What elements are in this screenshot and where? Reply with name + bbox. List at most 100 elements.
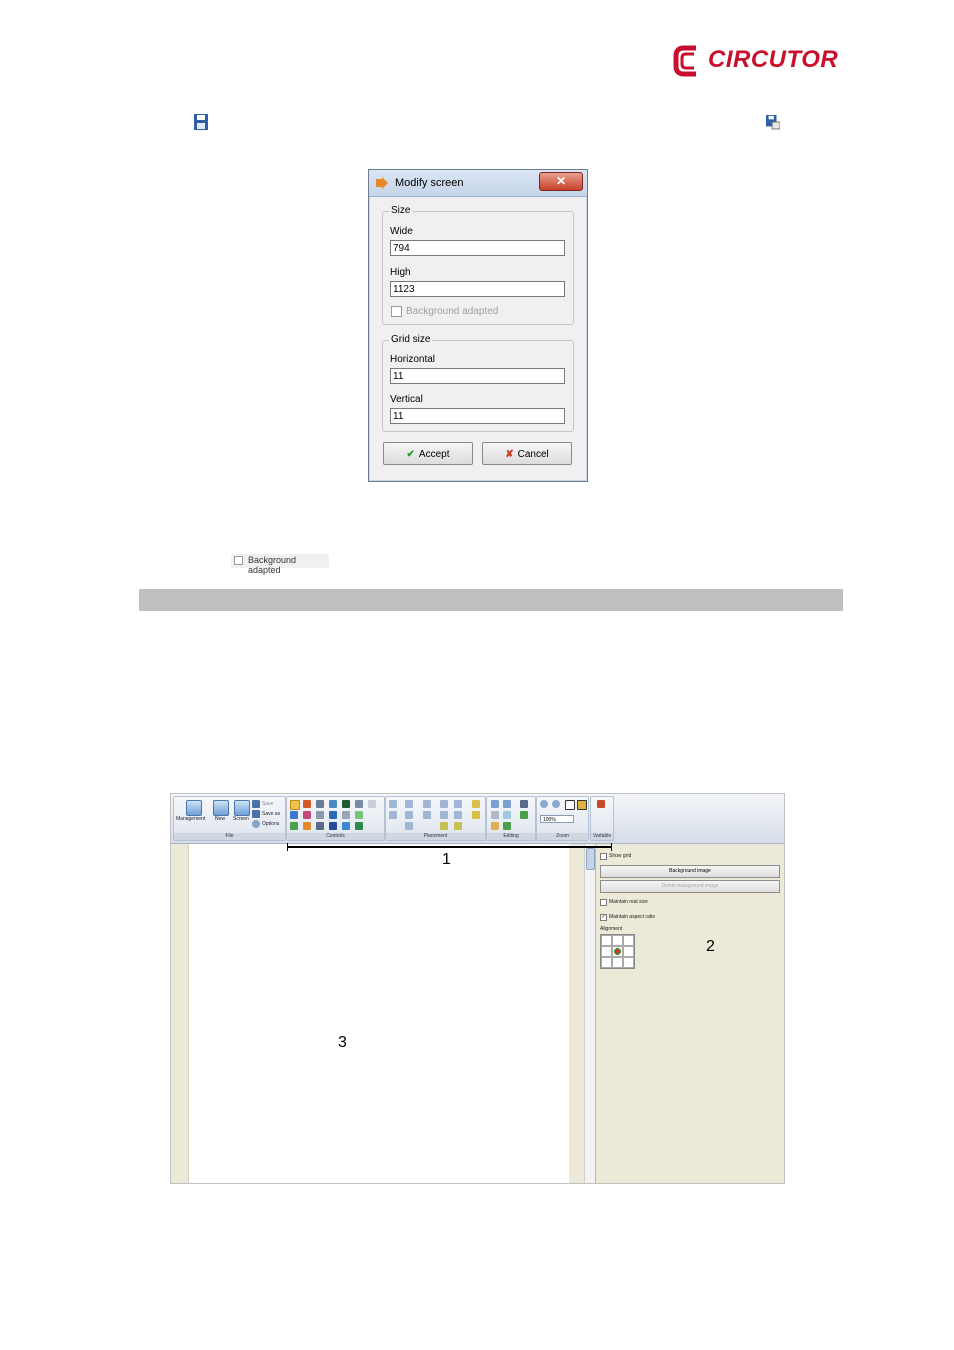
high-label: High [390,267,411,278]
control-tool-icon[interactable] [329,811,337,819]
background-adapted-checkbox[interactable] [391,306,402,317]
align-icon[interactable] [405,811,413,819]
control-tool-icon[interactable] [355,800,363,808]
screen-icon[interactable] [234,800,250,816]
alignment-cell[interactable] [623,946,634,957]
show-grid-checkbox[interactable] [600,853,607,860]
cross-icon: ✘ [505,449,514,460]
zoom-out-icon[interactable] [552,800,560,808]
check-icon: ✔ [406,449,415,460]
control-tool-icon[interactable] [355,822,363,830]
delete-background-image-button[interactable]: Delete background image [600,880,780,893]
close-button[interactable]: ✕ [539,172,583,191]
save-as-small-icon[interactable] [252,810,260,818]
align-icon[interactable] [405,822,413,830]
accept-label: Accept [418,449,450,460]
alignment-cell[interactable] [612,935,623,946]
control-tool-icon[interactable] [303,800,311,808]
circutor-logo: CIRCUTOR [672,44,844,80]
options-label[interactable]: Options [262,821,279,827]
zoom-select[interactable]: 100% [540,815,574,823]
vartable-icon[interactable] [597,800,605,808]
dialog-title: Modify screen [395,177,464,189]
redo-icon[interactable] [503,800,511,808]
vertical-input[interactable]: 11 [390,408,565,424]
save-as-label[interactable]: Save as [262,811,280,817]
accept-button[interactable]: ✔ Accept [383,442,473,465]
control-tool-icon[interactable] [303,811,311,819]
align-icon[interactable] [440,822,448,830]
align-icon[interactable] [454,822,462,830]
alignment-cell[interactable] [623,957,634,968]
align-icon[interactable] [405,800,413,808]
alignment-cell[interactable] [601,946,612,957]
edit-icon[interactable] [520,811,528,819]
control-tool-icon[interactable] [316,822,324,830]
save-icon [194,114,208,130]
alignment-cell[interactable] [612,957,623,968]
vertical-scrollbar[interactable] [584,844,595,1183]
high-input[interactable]: 1123 [390,281,565,297]
align-icon[interactable] [423,811,431,819]
control-tool-icon[interactable] [303,822,311,830]
size-group-label: Size [389,205,413,216]
cancel-button[interactable]: ✘ Cancel [482,442,572,465]
align-icon[interactable] [423,800,431,808]
align-icon[interactable] [454,811,462,819]
undo-icon[interactable] [491,800,499,808]
align-icon[interactable] [440,800,448,808]
maintain-real-size-checkbox[interactable] [600,899,607,906]
align-icon[interactable] [472,800,480,808]
fit-page-icon[interactable] [565,800,575,810]
file-group-label: File [174,833,285,840]
options-icon[interactable] [252,820,260,828]
paste-icon[interactable] [503,811,511,819]
align-icon[interactable] [440,811,448,819]
control-tool-icon[interactable] [342,822,350,830]
fit-width-icon[interactable] [577,800,587,810]
horizontal-input[interactable]: 11 [390,368,565,384]
edit-icon[interactable] [491,822,499,830]
background-image-button[interactable]: Background image [600,865,780,878]
control-tool-icon[interactable] [342,800,350,808]
align-icon[interactable] [472,811,480,819]
edit-icon[interactable] [520,800,528,808]
maintain-aspect-ratio-checkbox[interactable]: ✓ [600,914,607,921]
control-tool-icon[interactable] [329,822,337,830]
dialog-titlebar[interactable]: Modify screen ✕ [369,170,587,197]
save-small-icon[interactable] [252,800,260,808]
control-tool-icon[interactable] [329,800,337,808]
control-tool-icon[interactable] [355,811,363,819]
alignment-cell[interactable] [601,957,612,968]
edit-icon[interactable] [503,822,511,830]
control-tool-icon[interactable] [316,811,324,819]
copy-icon[interactable] [491,811,499,819]
wide-input[interactable]: 794 [390,240,565,256]
control-tool-icon[interactable] [368,800,376,808]
screen-label[interactable]: Screen [233,816,249,822]
pointer-tool-icon[interactable] [290,800,300,810]
management-label[interactable]: Management [176,816,205,822]
scrollbar-thumb[interactable] [586,848,595,870]
align-icon[interactable] [389,800,397,808]
alignment-cell-selected[interactable] [612,946,623,957]
alignment-grid[interactable] [600,934,635,969]
align-icon[interactable] [454,800,462,808]
placement-group-label: Placement [386,833,485,840]
ribbon-group-editing: Editing [486,796,536,841]
control-tool-icon[interactable] [290,822,298,830]
zoom-group-label: Zoom [537,833,588,840]
control-tool-icon[interactable] [316,800,324,808]
zoom-in-icon[interactable] [540,800,548,808]
alignment-cell[interactable] [601,935,612,946]
control-tool-icon[interactable] [342,811,350,819]
alignment-cell[interactable] [623,935,634,946]
control-tool-icon[interactable] [290,811,298,819]
new-icon[interactable] [213,800,229,816]
new-label[interactable]: New [215,816,225,822]
save-label[interactable]: Save [262,801,273,807]
ribbon-group-file: Management New Screen Save Save as Optio… [173,796,286,841]
align-icon[interactable] [389,811,397,819]
management-icon[interactable] [186,800,202,816]
design-canvas[interactable] [189,844,569,1183]
